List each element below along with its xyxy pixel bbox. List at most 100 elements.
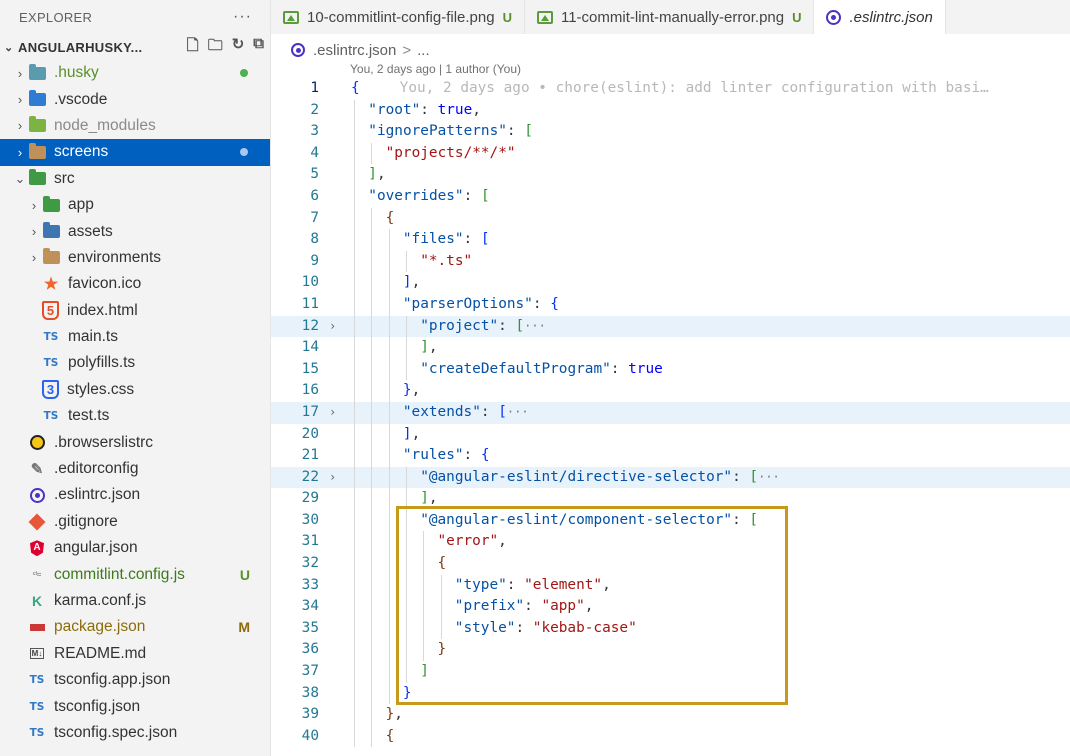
code-line[interactable]: 10], (271, 272, 1070, 294)
tree-item-styles-css[interactable]: 3 styles.css (0, 377, 270, 403)
code-line[interactable]: 17 › "extends": [··· (271, 401, 1070, 424)
fold-chevron-icon[interactable]: › (329, 316, 336, 338)
tree-item-karma[interactable]: Kkarma.conf.js (0, 588, 270, 614)
tree-item-browserslistrc[interactable]: .browserslistrc (0, 429, 270, 455)
code-line[interactable]: 3 "ignorePatterns": [ (271, 121, 1070, 143)
tree-item-tsconfig-app[interactable]: TS tsconfig.app.json (0, 667, 270, 693)
token: ] (368, 166, 377, 183)
project-header[interactable]: ⌄ ANGULARHUSKY... 🗋 🗀 ↻ ⧉ (0, 34, 270, 60)
line-number: 16 (301, 382, 319, 399)
tree-item-angular-json[interactable]: Aangular.json (0, 535, 270, 561)
code-line[interactable]: 2 "root": true, (271, 99, 1070, 122)
star-icon: ★ (43, 276, 59, 294)
tree-item-src[interactable]: ⌄ src (0, 166, 270, 192)
tree-item-tsconfig[interactable]: TS tsconfig.json (0, 693, 270, 719)
folded-ellipsis[interactable]: ··· (507, 405, 529, 419)
indent-guide (371, 401, 373, 424)
line-number: 35 (301, 619, 319, 636)
more-actions-icon[interactable]: ··· (233, 8, 252, 26)
tree-item-polyfills-ts[interactable]: TS polyfills.ts (0, 350, 270, 376)
tree-item-node-modules[interactable]: › node_modules (0, 113, 270, 139)
code-line[interactable]: 40 { (271, 725, 1070, 748)
indent-guide (354, 164, 355, 186)
code-line[interactable]: 39}, (271, 704, 1070, 726)
fold-chevron-icon[interactable]: › (329, 402, 336, 424)
code-line[interactable]: 15 "createDefaultProgram": true (271, 358, 1070, 381)
line-number: 10 (301, 274, 319, 291)
chevron-right-icon[interactable]: › (26, 198, 42, 213)
tree-item-readme[interactable]: M↓ README.md (0, 641, 270, 667)
tree-item-screens[interactable]: › screens (0, 139, 270, 166)
new-file-icon[interactable]: 🗋 (187, 35, 199, 60)
token: "*.ts" (420, 252, 473, 269)
code-line[interactable]: 9 "*.ts" (271, 250, 1070, 273)
indent-guide (371, 661, 373, 683)
tree-item-package-json[interactable]: package.json M (0, 614, 270, 640)
line-number: 34 (301, 598, 319, 615)
code-line[interactable]: 22 › "@angular-eslint/directive-selector":… (271, 466, 1070, 489)
fold-chevron-icon[interactable]: › (329, 467, 336, 489)
line-number: 21 (301, 447, 319, 464)
code-text: }, (386, 704, 403, 726)
code-line[interactable]: 16}, (271, 380, 1070, 402)
tree-item-favicon[interactable]: ★ favicon.ico (0, 271, 270, 297)
tree-item-main-ts[interactable]: TS main.ts (0, 324, 270, 350)
code-line[interactable]: 14], (271, 337, 1070, 359)
code-line[interactable]: 12 › "project": [··· (271, 315, 1070, 338)
tree-item-label: main.ts (68, 328, 118, 346)
chevron-right-icon[interactable]: › (12, 66, 28, 81)
chevron-right-icon[interactable]: › (12, 92, 28, 107)
new-folder-icon[interactable]: 🗀 (208, 35, 223, 60)
tree-item-index-html[interactable]: 5 index.html (0, 298, 270, 324)
tree-item-environments[interactable]: › environments (0, 245, 270, 271)
code-line[interactable]: 4 "projects/**/*" (271, 142, 1070, 165)
tree-item-gitignore[interactable]: .gitignore (0, 509, 270, 535)
indent-guide (354, 380, 355, 402)
code-line[interactable]: 5], (271, 164, 1070, 186)
tab-image-0[interactable]: 10-commitlint-config-file.png U (271, 0, 525, 34)
indent-guide (371, 682, 373, 705)
refresh-icon[interactable]: ↻ (232, 35, 245, 60)
tree-item-vscode-dir[interactable]: › .vscode (0, 86, 270, 112)
code-line[interactable]: 21 "rules": { (271, 445, 1070, 467)
token: [ (498, 403, 507, 420)
chevron-right-icon[interactable]: › (26, 250, 42, 265)
breadcrumb-more[interactable]: ... (417, 42, 430, 59)
token: : (498, 317, 516, 334)
chevron-down-icon[interactable]: ⌄ (12, 171, 28, 187)
token: { (385, 727, 395, 744)
folded-ellipsis[interactable]: ··· (524, 319, 546, 333)
indent-guide (371, 272, 373, 294)
tree-item-tsconfig-spec[interactable]: TS tsconfig.spec.json (0, 720, 270, 746)
tree-item-label: tsconfig.spec.json (54, 723, 178, 741)
husky-folder-icon (28, 63, 46, 82)
tree-item-app[interactable]: › app (0, 192, 270, 218)
tree-item-editorconfig[interactable]: ✎ .editorconfig (0, 456, 270, 482)
token: ] (402, 274, 412, 291)
indent-guide (388, 337, 390, 359)
code-line[interactable]: 20], (271, 423, 1070, 446)
tree-item-commitlint[interactable]: ᶜˡ≈ commitlint.config.js U (0, 561, 270, 587)
tree-item-assets[interactable]: › assets (0, 218, 270, 244)
code-line[interactable]: 8 "files": [ (271, 229, 1070, 251)
indent-guide (371, 617, 373, 640)
chevron-right-icon[interactable]: › (12, 118, 28, 133)
chevron-right-icon[interactable]: › (12, 145, 28, 160)
folded-ellipsis[interactable]: ··· (758, 470, 780, 484)
token: { (351, 80, 360, 96)
code-line[interactable]: 6 "overrides": [ (271, 185, 1070, 208)
code-line[interactable]: 7{ (271, 207, 1070, 230)
tree-item-test-ts[interactable]: TS test.ts (0, 403, 270, 429)
tree-item-eslintrc[interactable]: .eslintrc.json (0, 482, 270, 508)
code-line[interactable]: 11 "parserOptions": { (271, 293, 1070, 316)
breadcrumb-file[interactable]: .eslintrc.json (313, 42, 396, 59)
code-line[interactable]: 1 {You, 2 days ago • chore(eslint): add l… (271, 78, 1070, 100)
line-number: 29 (301, 490, 319, 507)
codelens-blame[interactable]: You, 2 days ago | 1 author (You) (350, 62, 521, 76)
chevron-right-icon[interactable]: › (26, 224, 42, 239)
collapse-all-icon[interactable]: ⧉ (253, 35, 264, 60)
tab-eslintrc[interactable]: .eslintrc.json (814, 0, 946, 34)
tab-image-1[interactable]: 11-commit-lint-manually-error.png U (525, 0, 815, 34)
tree-item-husky-dir[interactable]: › .husky (0, 60, 270, 86)
indent-guide (388, 250, 390, 273)
